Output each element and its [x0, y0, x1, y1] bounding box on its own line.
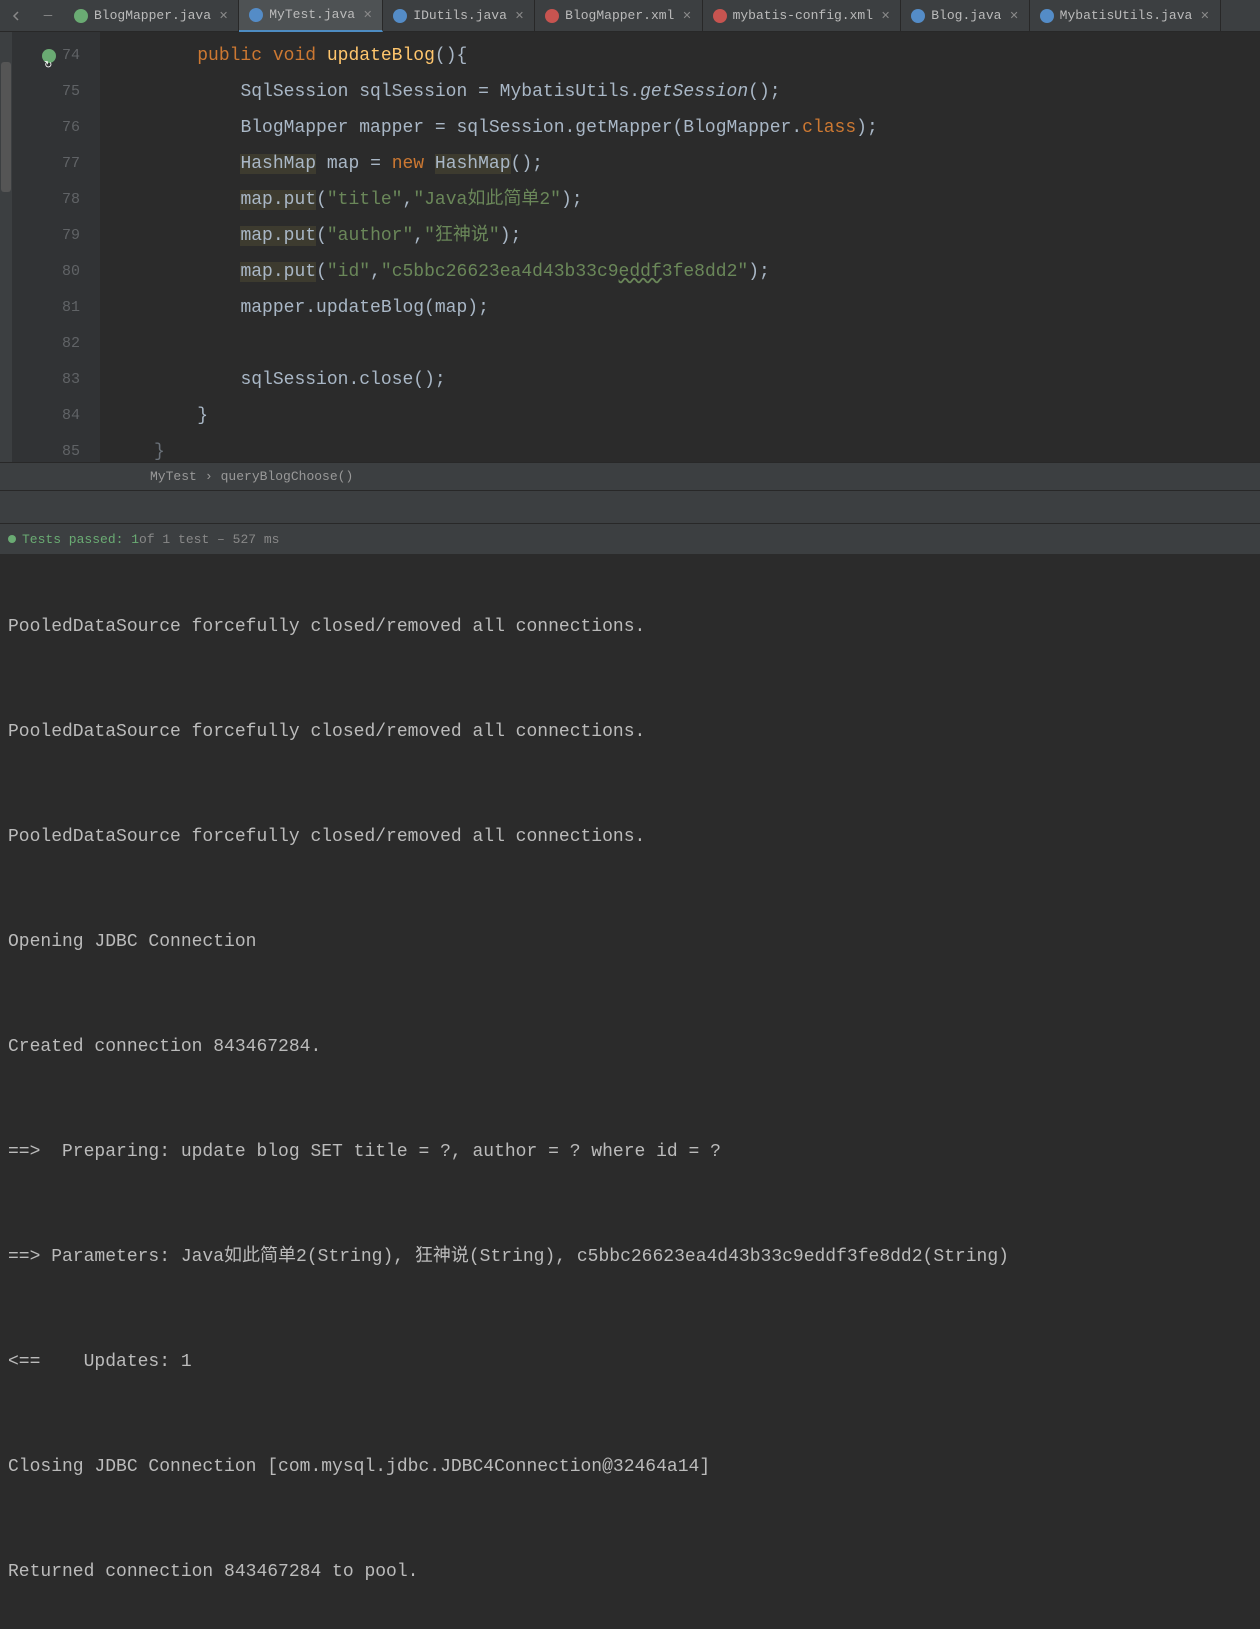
tab-label: MyTest.java: [269, 7, 355, 22]
java-file-icon: [74, 9, 88, 23]
code-line: SqlSession sqlSession = MybatisUtils.get…: [100, 74, 1260, 110]
tab-MybatisUtils-java[interactable]: MybatisUtils.java ✕: [1030, 0, 1221, 32]
class-file-icon: [249, 8, 263, 22]
code-area[interactable]: public void updateBlog(){ SqlSession sql…: [100, 32, 1260, 462]
close-icon[interactable]: ✕: [363, 8, 372, 22]
tab-label: MybatisUtils.java: [1060, 8, 1193, 23]
test-status-bar: Tests passed: 1 of 1 test – 527 ms: [0, 524, 1260, 554]
test-passed-count: Tests passed: 1: [22, 532, 139, 547]
console-line: ==> Preparing: update blog SET title = ?…: [8, 1135, 1252, 1170]
tab-BlogMapper-xml[interactable]: BlogMapper.xml ✕: [535, 0, 702, 32]
tab-MyTest-java[interactable]: MyTest.java ✕: [239, 0, 383, 32]
console-line: PooledDataSource forcefully closed/remov…: [8, 715, 1252, 750]
class-file-icon: [393, 9, 407, 23]
line-number: 77: [62, 146, 80, 182]
collapse-icon[interactable]: —: [38, 6, 58, 26]
code-line: [100, 326, 1260, 362]
scroll-thumb[interactable]: [1, 62, 11, 192]
console-line: ==> Parameters: Java如此简单2(String), 狂神说(S…: [8, 1240, 1252, 1275]
back-arrow-icon[interactable]: [6, 6, 26, 26]
tab-BlogMapper-java[interactable]: BlogMapper.java ✕: [64, 0, 239, 32]
tab-label: mybatis-config.xml: [733, 8, 873, 23]
line-number: 81: [62, 290, 80, 326]
tab-label: BlogMapper.xml: [565, 8, 674, 23]
close-icon[interactable]: ✕: [515, 9, 524, 23]
code-line: map.put("title","Java如此简单2");: [100, 182, 1260, 218]
close-icon[interactable]: ✕: [219, 9, 228, 23]
panel-gap: [0, 490, 1260, 524]
code-line: map.put("author","狂神说");: [100, 218, 1260, 254]
code-line: BlogMapper mapper = sqlSession.getMapper…: [100, 110, 1260, 146]
xml-file-icon: [713, 9, 727, 23]
console-output[interactable]: PooledDataSource forcefully closed/remov…: [0, 554, 1260, 1629]
tab-label: IDutils.java: [413, 8, 507, 23]
class-file-icon: [1040, 9, 1054, 23]
tab-mybatis-config-xml[interactable]: mybatis-config.xml ✕: [703, 0, 902, 32]
line-number: 75: [62, 74, 80, 110]
xml-file-icon: [545, 9, 559, 23]
test-status-rest: of 1 test – 527 ms: [139, 532, 279, 547]
console-line: Returned connection 843467284 to pool.: [8, 1555, 1252, 1590]
console-line: Closing JDBC Connection [com.mysql.jdbc.…: [8, 1450, 1252, 1485]
code-line: map.put("id","c5bbc26623ea4d43b33c9eddf3…: [100, 254, 1260, 290]
console-line: <== Updates: 1: [8, 1345, 1252, 1380]
test-pass-icon: [8, 535, 16, 543]
code-line: }: [100, 398, 1260, 434]
line-number: 79: [62, 218, 80, 254]
console-line: PooledDataSource forcefully closed/remov…: [8, 820, 1252, 855]
code-line: }: [100, 434, 1260, 462]
tab-label: Blog.java: [931, 8, 1001, 23]
breadcrumb-separator: ›: [205, 469, 213, 484]
tabs-bar: — BlogMapper.java✕MyTest.java✕IDutils.ja…: [0, 0, 1260, 32]
line-number: 83: [62, 362, 80, 398]
line-number: 80: [62, 254, 80, 290]
tab-IDutils-java[interactable]: IDutils.java ✕: [383, 0, 535, 32]
code-line: mapper.updateBlog(map);: [100, 290, 1260, 326]
tab-Blog-java[interactable]: Blog.java ✕: [901, 0, 1029, 32]
code-line: public void updateBlog(){: [100, 38, 1260, 74]
breadcrumb[interactable]: MyTest › queryBlogChoose(): [0, 462, 1260, 490]
tab-label: BlogMapper.java: [94, 8, 211, 23]
code-line: sqlSession.close();: [100, 362, 1260, 398]
console-line: PooledDataSource forcefully closed/remov…: [8, 610, 1252, 645]
line-number: 82: [62, 326, 80, 362]
line-number: 84: [62, 398, 80, 434]
class-file-icon: [911, 9, 925, 23]
line-number: 76: [62, 110, 80, 146]
line-number: 74: [62, 38, 80, 74]
close-icon[interactable]: ✕: [1200, 9, 1209, 23]
run-test-icon[interactable]: [42, 49, 56, 63]
code-line: HashMap map = new HashMap();: [100, 146, 1260, 182]
close-icon[interactable]: ✕: [881, 9, 890, 23]
console-line: Opening JDBC Connection: [8, 925, 1252, 960]
line-number: 85: [62, 434, 80, 470]
close-icon[interactable]: ✕: [682, 9, 691, 23]
breadcrumb-class[interactable]: MyTest: [150, 469, 197, 484]
line-number: 78: [62, 182, 80, 218]
scrollbar[interactable]: [0, 32, 12, 462]
code-editor[interactable]: 74 75 76 77 78 79 80 81 82 83 84 85 publ…: [0, 32, 1260, 462]
gutter: 74 75 76 77 78 79 80 81 82 83 84 85: [12, 32, 100, 462]
breadcrumb-method[interactable]: queryBlogChoose(): [221, 469, 354, 484]
console-line: Created connection 843467284.: [8, 1030, 1252, 1065]
close-icon[interactable]: ✕: [1009, 9, 1018, 23]
